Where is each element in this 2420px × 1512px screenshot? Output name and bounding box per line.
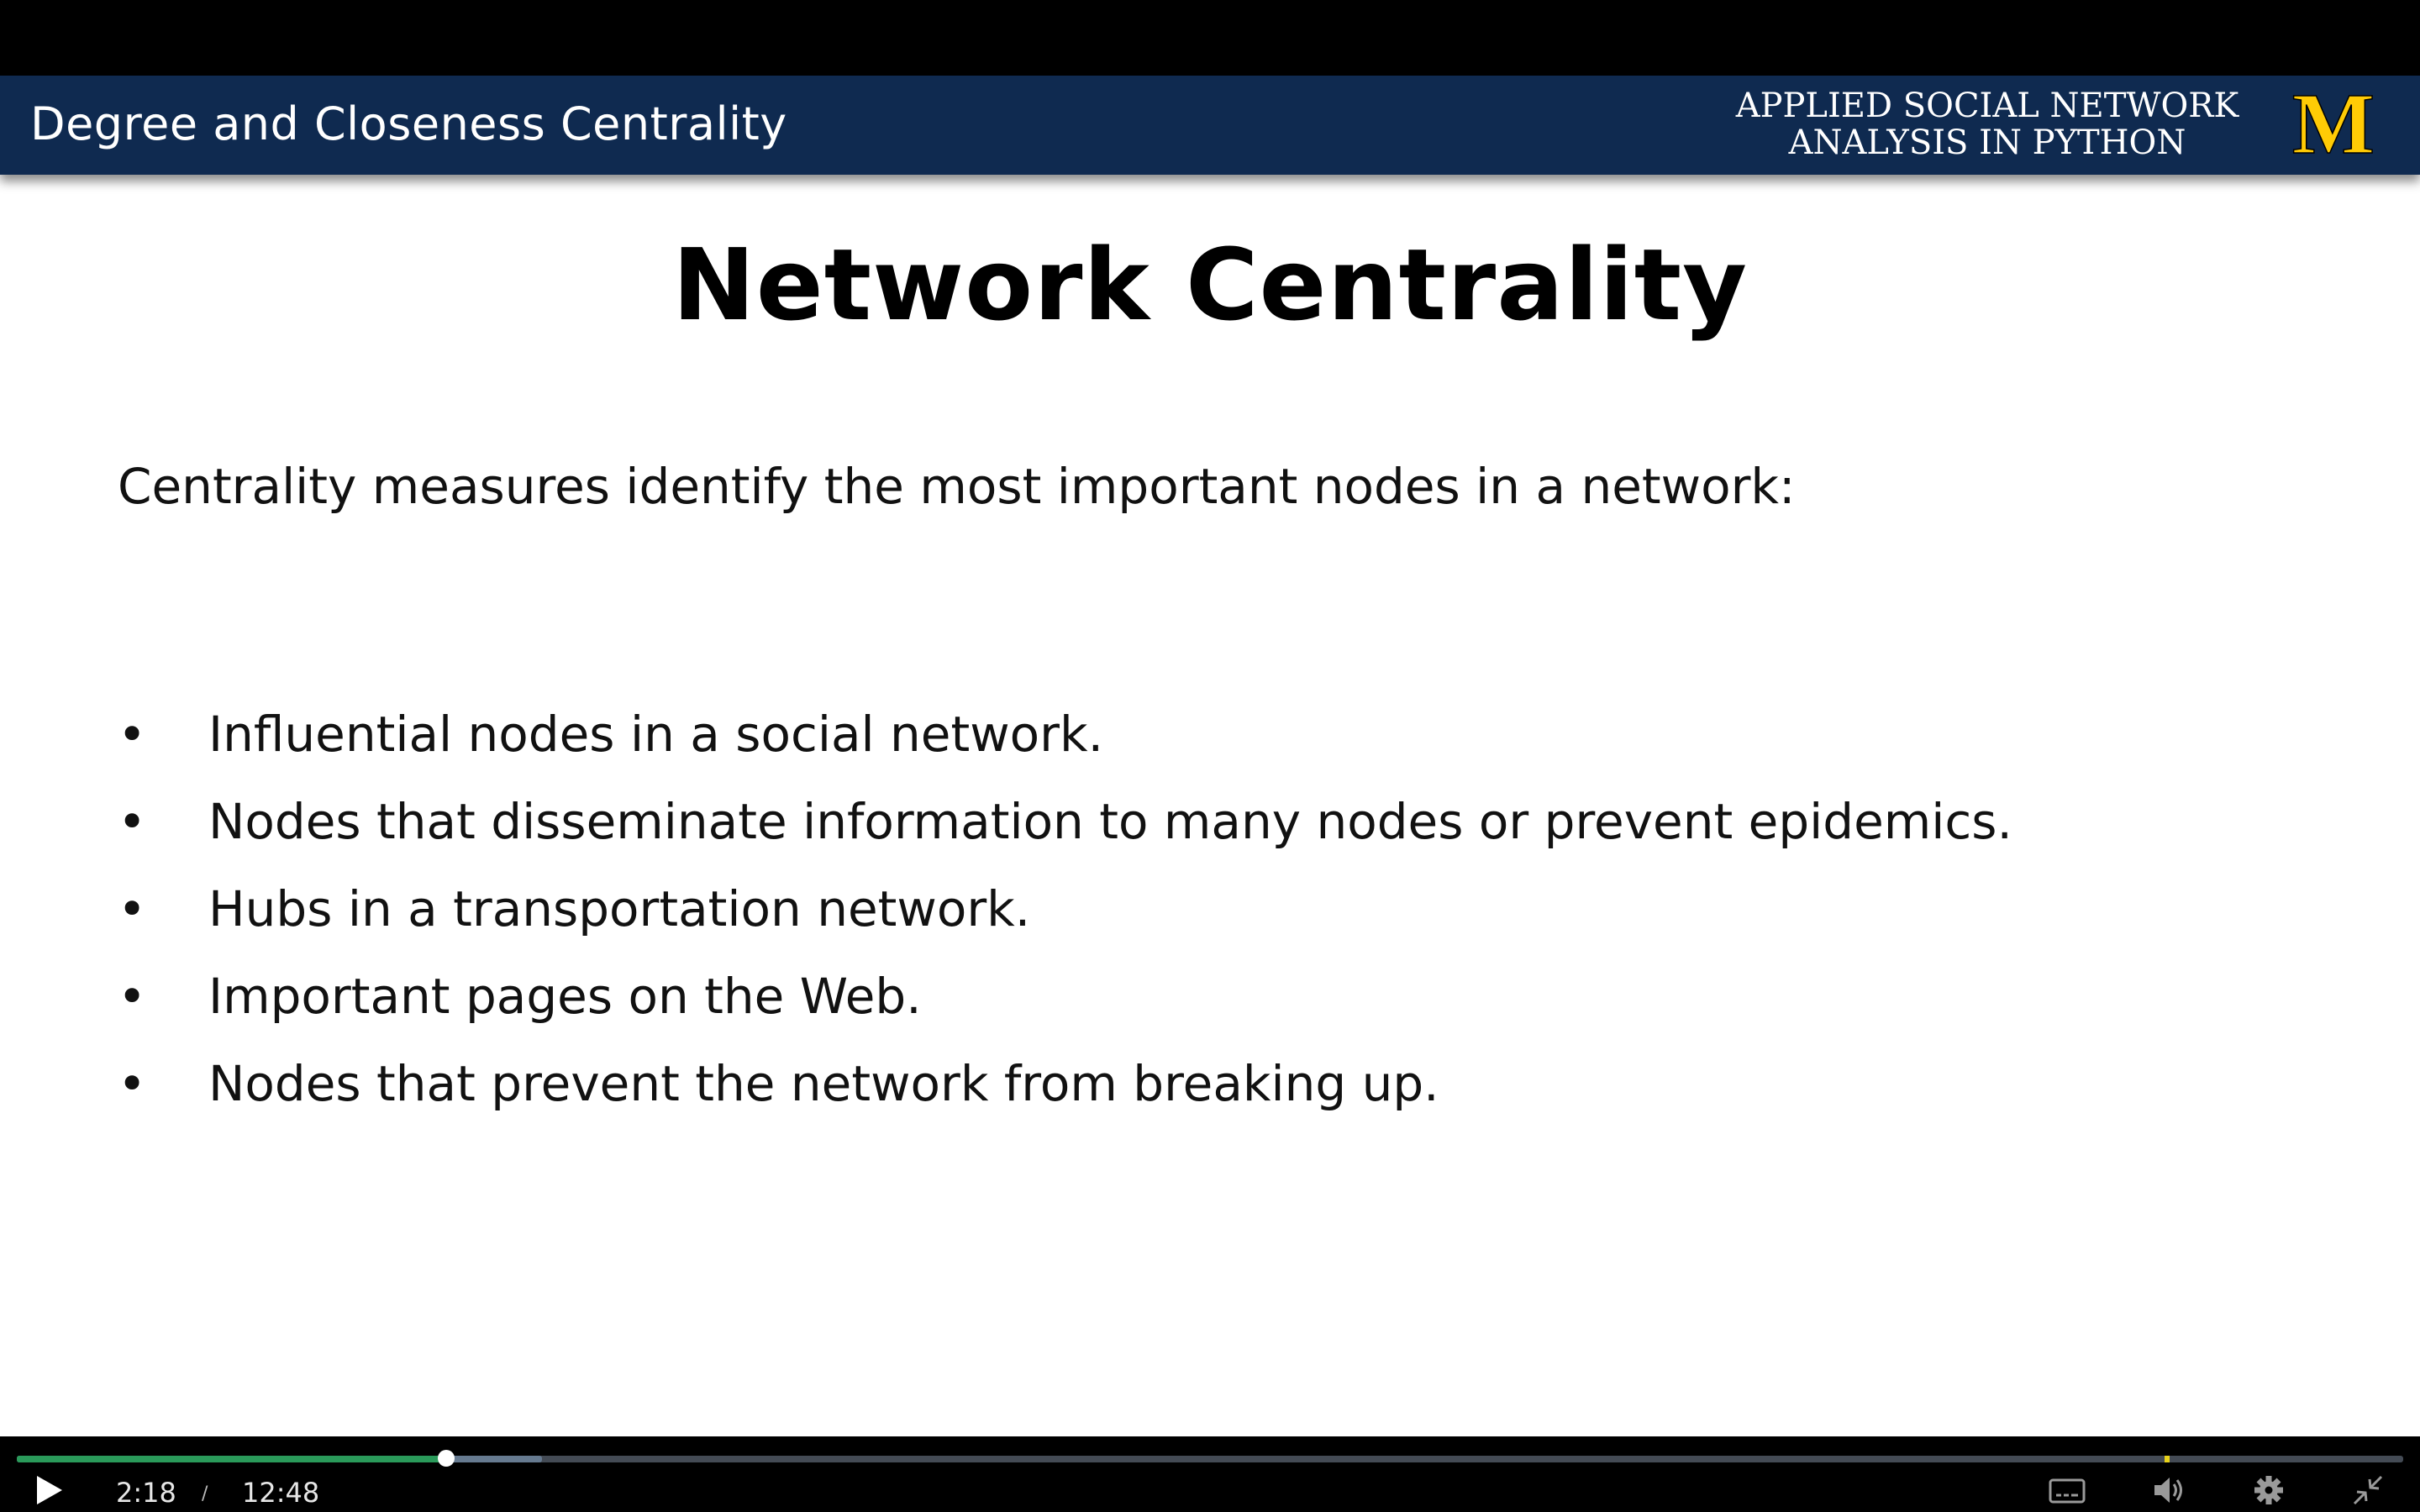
bullet-dot: • bbox=[118, 880, 147, 937]
slide-title: Network Centrality bbox=[671, 227, 1749, 343]
progress-bar[interactable] bbox=[17, 1450, 2403, 1467]
section-title: Degree and Closeness Centrality bbox=[30, 97, 787, 150]
bullet-text: Nodes that prevent the network from brea… bbox=[208, 1055, 1439, 1112]
bullet-dot: • bbox=[118, 706, 147, 763]
bullet-text: Important pages on the Web. bbox=[208, 968, 922, 1025]
university-logo: M bbox=[2291, 87, 2375, 160]
bullet-dot: • bbox=[118, 1055, 147, 1112]
logo-letter: M bbox=[2292, 87, 2375, 160]
bullet-text: Influential nodes in a social network. bbox=[208, 706, 1104, 763]
time-separator: / bbox=[202, 1483, 208, 1504]
bullet-text: Nodes that disseminate information to ma… bbox=[208, 793, 2012, 850]
bullet-dot: • bbox=[118, 793, 147, 850]
intro-text: Centrality measures identify the most im… bbox=[118, 458, 1796, 515]
course-name: APPLIED SOCIAL NETWORK ANALYSIS IN PYTHO… bbox=[1735, 87, 2239, 162]
volume-icon[interactable] bbox=[2151, 1473, 2188, 1507]
play-icon[interactable] bbox=[32, 1473, 66, 1507]
slide: Degree and Closeness Centrality APPLIED … bbox=[0, 76, 2420, 1436]
captions-icon[interactable] bbox=[2049, 1473, 2086, 1507]
video-player[interactable]: Degree and Closeness Centrality APPLIED … bbox=[0, 0, 2420, 1512]
exit-fullscreen-icon[interactable] bbox=[2349, 1473, 2386, 1507]
slide-header: Degree and Closeness Centrality APPLIED … bbox=[0, 76, 2420, 175]
scrubber-handle[interactable] bbox=[438, 1450, 455, 1467]
bullet-text: Hubs in a transportation network. bbox=[208, 880, 1031, 937]
settings-icon[interactable] bbox=[2250, 1473, 2287, 1507]
current-time: 2:18 bbox=[116, 1477, 176, 1509]
player-controls: 2:18 / 12:48 bbox=[0, 1436, 2420, 1512]
chapter-marker[interactable] bbox=[2165, 1456, 2170, 1462]
duration: 12:48 bbox=[242, 1477, 320, 1509]
played-bar bbox=[17, 1456, 447, 1462]
bullet-dot: • bbox=[118, 968, 147, 1025]
